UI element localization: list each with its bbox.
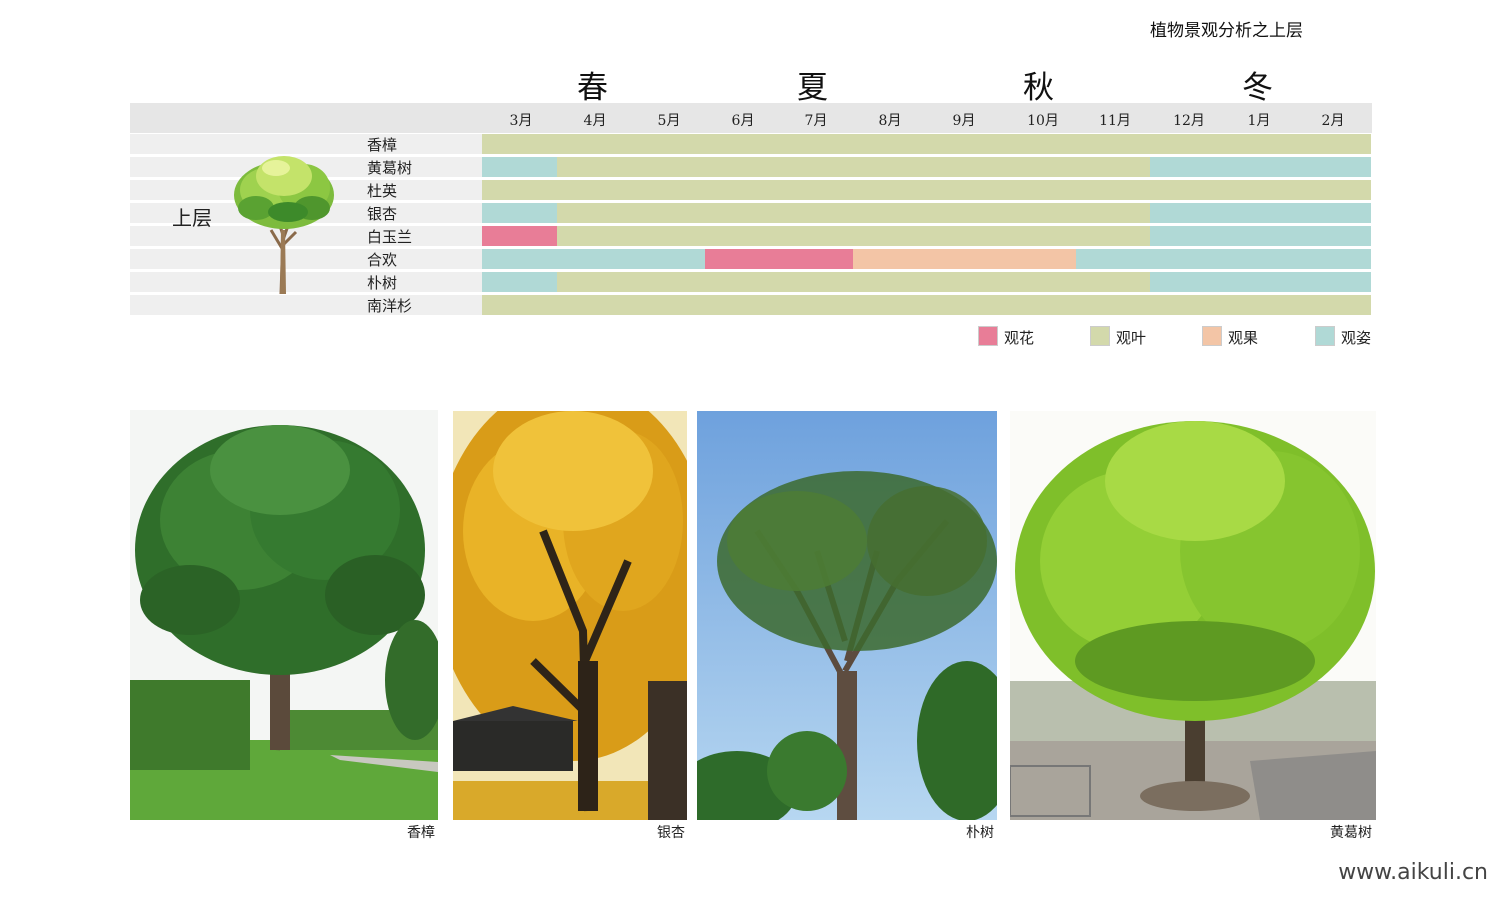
month-label: 3月: [509, 113, 533, 129]
photo-banyan: [1010, 411, 1376, 820]
plant-name: 银杏: [367, 205, 398, 223]
photo-caption: 朴树: [966, 825, 994, 841]
legend-swatch-form: [1315, 326, 1335, 346]
legend-label: 观姿: [1341, 329, 1372, 347]
legend-swatch-flower: [978, 326, 998, 346]
legend-label: 观叶: [1116, 329, 1147, 347]
gantt-bar: [482, 203, 557, 223]
plant-name: 合欢: [367, 251, 398, 269]
gantt-bar: [1076, 249, 1371, 269]
season-spring: 春: [577, 70, 608, 106]
gantt-bar: [482, 180, 1371, 200]
month-label: 9月: [952, 113, 976, 129]
plant-name: 白玉兰: [367, 228, 413, 246]
gantt-bar: [482, 272, 557, 292]
season-winter: 冬: [1242, 70, 1273, 106]
legend-label: 观果: [1228, 329, 1259, 347]
gantt-bar: [482, 226, 557, 246]
row-background: [130, 295, 482, 315]
page-title: 植物景观分析之上层: [1150, 21, 1303, 41]
plant-name: 朴树: [367, 274, 398, 292]
gantt-bar: [705, 249, 853, 269]
gantt-bar: [557, 157, 1150, 177]
legend-swatch-fruit: [1202, 326, 1222, 346]
plant-name: 杜英: [367, 182, 398, 200]
plant-name: 黄葛树: [367, 159, 413, 177]
month-label: 8月: [878, 113, 902, 129]
gantt-bar: [482, 157, 557, 177]
month-label: 11月: [1099, 113, 1131, 129]
plant-name: 香樟: [367, 136, 398, 154]
month-label: 4月: [583, 113, 607, 129]
photo-camphor-tree: [130, 410, 438, 820]
month-label: 7月: [804, 113, 828, 129]
photo-ginkgo: [453, 411, 687, 820]
gantt-bar: [482, 295, 1371, 315]
gantt-bar: [482, 134, 1371, 154]
month-label: 1月: [1247, 113, 1271, 129]
plant-name: 南洋杉: [367, 297, 413, 315]
gantt-bar: [1150, 157, 1371, 177]
gantt-bar: [557, 272, 1150, 292]
month-label: 2月: [1321, 113, 1345, 129]
photo-caption: 黄葛树: [1330, 825, 1372, 841]
tree-illustration: [234, 156, 334, 295]
photo-caption: 银杏: [657, 825, 685, 841]
month-label: 12月: [1173, 113, 1205, 129]
month-label: 6月: [731, 113, 755, 129]
gantt-bar: [853, 249, 1076, 269]
gantt-bar: [1150, 226, 1371, 246]
gantt-bar: [482, 249, 705, 269]
legend-swatch-leaf: [1090, 326, 1110, 346]
layer-label: 上层: [172, 206, 212, 230]
month-label: 5月: [657, 113, 681, 129]
photo-hackberry: [697, 411, 997, 820]
season-summer: 夏: [797, 70, 828, 106]
gantt-bar: [1150, 203, 1371, 223]
watermark: www.aikuli.cn: [1338, 860, 1488, 885]
photo-caption: 香樟: [407, 825, 435, 841]
legend-label: 观花: [1004, 329, 1035, 347]
gantt-bar: [1150, 272, 1371, 292]
month-label: 10月: [1027, 113, 1059, 129]
season-autumn: 秋: [1023, 70, 1054, 106]
gantt-bar: [557, 203, 1150, 223]
gantt-bar: [557, 226, 1150, 246]
